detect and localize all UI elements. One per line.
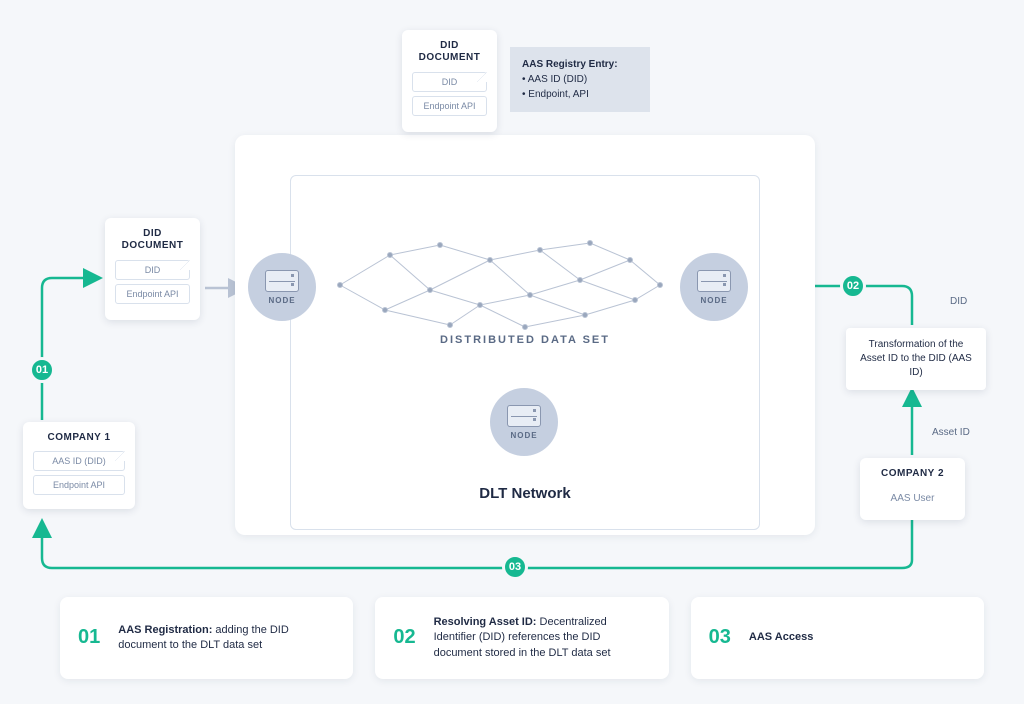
server-icon bbox=[507, 405, 541, 427]
transformation-box: Transformation of the Asset ID to the DI… bbox=[846, 328, 986, 390]
company-2-box: COMPANY 2 AAS User bbox=[860, 458, 965, 520]
node-right: NODE bbox=[680, 253, 748, 321]
node-left: NODE bbox=[248, 253, 316, 321]
registry-line: • Endpoint, API bbox=[522, 87, 638, 102]
legend-num: 03 bbox=[709, 626, 731, 649]
company-title: COMPANY 2 bbox=[870, 468, 955, 479]
legend-num: 01 bbox=[78, 626, 100, 649]
step-badge-02: 02 bbox=[840, 273, 866, 299]
node-label: NODE bbox=[510, 431, 537, 440]
server-icon bbox=[265, 270, 299, 292]
aas-id-chip: AAS ID (DID) bbox=[33, 451, 125, 471]
legend-row: 01 AAS Registration: adding the DID docu… bbox=[60, 597, 984, 679]
node-bottom: NODE bbox=[490, 388, 558, 456]
dlt-network-title: DLT Network bbox=[235, 485, 815, 502]
legend-num: 02 bbox=[393, 626, 415, 649]
diagram-root: DISTRIBUTED DATA SET DLT Network bbox=[0, 0, 1024, 704]
mesh-network-icon bbox=[330, 235, 670, 335]
did-doc-title: DID DOCUMENT bbox=[412, 40, 487, 64]
did-doc-title: DID DOCUMENT bbox=[115, 228, 190, 252]
did-document-left: DID DOCUMENT DID Endpoint API bbox=[105, 218, 200, 320]
did-chip: DID bbox=[412, 72, 487, 92]
legend-card-01: 01 AAS Registration: adding the DID docu… bbox=[60, 597, 353, 679]
step-badge-01: 01 bbox=[29, 357, 55, 383]
legend-text: AAS Access bbox=[749, 630, 813, 645]
endpoint-api-chip: Endpoint API bbox=[115, 284, 190, 304]
server-icon bbox=[697, 270, 731, 292]
registry-heading: AAS Registry Entry: bbox=[522, 57, 638, 72]
distributed-data-set-label: DISTRIBUTED DATA SET bbox=[235, 334, 815, 346]
dlt-inner-border bbox=[290, 175, 760, 530]
node-label: NODE bbox=[700, 296, 727, 305]
legend-text: Resolving Asset ID: Decentralized Identi… bbox=[434, 615, 651, 661]
aas-registry-entry: AAS Registry Entry: • AAS ID (DID) • End… bbox=[510, 47, 650, 112]
node-label: NODE bbox=[268, 296, 295, 305]
endpoint-api-chip: Endpoint API bbox=[33, 475, 125, 495]
did-chip: DID bbox=[115, 260, 190, 280]
transform-text: Transformation of the Asset ID to the DI… bbox=[860, 339, 972, 378]
company-title: COMPANY 1 bbox=[33, 432, 125, 443]
did-arrow-label: DID bbox=[950, 296, 967, 307]
assetid-arrow-label: Asset ID bbox=[932, 427, 970, 438]
aas-user-label: AAS User bbox=[870, 487, 955, 510]
did-document-top: DID DOCUMENT DID Endpoint API bbox=[402, 30, 497, 132]
step-badge-03: 03 bbox=[502, 554, 528, 580]
endpoint-api-chip: Endpoint API bbox=[412, 96, 487, 116]
legend-text: AAS Registration: adding the DID documen… bbox=[118, 623, 335, 654]
legend-card-03: 03 AAS Access bbox=[691, 597, 984, 679]
company-1-box: COMPANY 1 AAS ID (DID) Endpoint API bbox=[23, 422, 135, 509]
legend-card-02: 02 Resolving Asset ID: Decentralized Ide… bbox=[375, 597, 668, 679]
registry-line: • AAS ID (DID) bbox=[522, 72, 638, 87]
